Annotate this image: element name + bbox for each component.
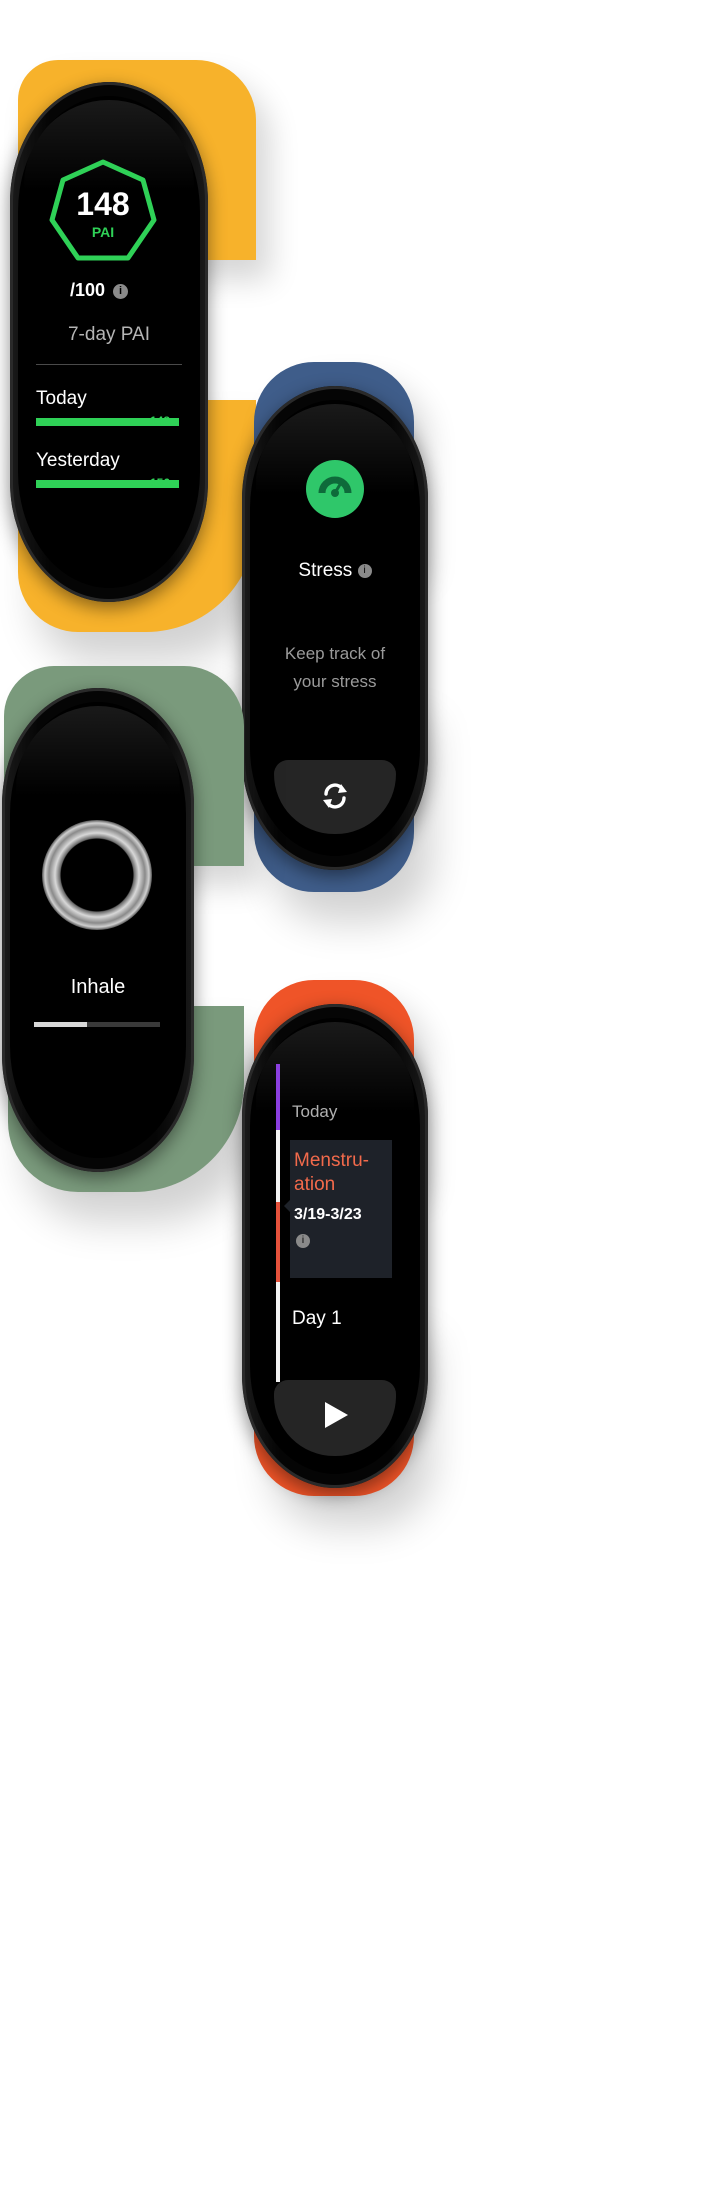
cycle-timeline-white-2 [276,1282,280,1382]
screen-pai[interactable]: 148 PAI /100 i 7-day PAI Today 148 Yeste… [18,96,200,588]
pai-yesterday-value: 156 [150,476,171,490]
band-pai: 148 PAI /100 i 7-day PAI Today 148 Yeste… [10,60,256,632]
stress-title: Stress [298,560,353,581]
breathing-progress-fill [34,1022,87,1027]
pai-title: 7-day PAI [67,324,151,345]
cycle-phase-line1: Menstru- [294,1150,369,1171]
pai-score: 148 [76,186,130,222]
stress-description-2: your stress [293,672,377,691]
pai-divider [36,364,182,365]
card-pointer [284,1200,290,1212]
info-icon[interactable]: i [357,563,372,578]
breathing-label: Inhale [70,976,126,998]
cycle-date-range: 3/19-3/23 [294,1206,362,1223]
cycle-today-label: Today [292,1102,338,1121]
pai-goal: /100 i [70,280,129,301]
stress-title-row: Stress i [250,560,420,582]
pai-goal-text: /100 [70,280,106,300]
pai-today-value: 148 [150,414,171,428]
breathing-ring [42,820,152,930]
screen-breathing[interactable]: Inhale [10,702,186,1158]
cycle-day-label: Day 1 [292,1308,342,1329]
info-icon[interactable]: i [113,283,129,299]
band-stress: Stress i Keep track of your stress [242,362,436,892]
screen-stress[interactable]: Stress i Keep track of your stress [250,400,420,856]
breathing-progress-track [34,1022,160,1027]
screen-cycle[interactable]: Today Menstru- ation 3/19-3/23 i Day 1 [250,1018,420,1474]
pai-today-label: Today [36,388,87,409]
info-icon[interactable]: i [296,1234,310,1248]
stress-measure-button[interactable] [274,760,396,834]
play-icon [325,1402,348,1428]
cycle-phase-card[interactable]: Menstru- ation 3/19-3/23 i [284,1140,392,1278]
band-cycle: Today Menstru- ation 3/19-3/23 i Day 1 [242,980,436,1500]
band-breathing: Inhale [2,666,254,1196]
pod-breathing: Inhale [2,688,194,1172]
stress-gauge-icon [306,460,364,518]
pod-stress: Stress i Keep track of your stress [242,386,428,870]
cycle-timeline-red [276,1202,280,1282]
pod-pai: 148 PAI /100 i 7-day PAI Today 148 Yeste… [10,82,208,602]
cycle-phase-line2: ation [294,1174,336,1195]
stress-description-1: Keep track of [284,644,386,663]
cycle-timeline-white-1 [276,1130,280,1202]
pai-unit: PAI [91,224,115,240]
refresh-icon [323,783,347,809]
cycle-play-button[interactable] [274,1380,396,1456]
pai-yesterday-label: Yesterday [36,450,120,471]
cycle-timeline-purple [276,1064,280,1130]
pod-cycle: Today Menstru- ation 3/19-3/23 i Day 1 [242,1004,428,1488]
